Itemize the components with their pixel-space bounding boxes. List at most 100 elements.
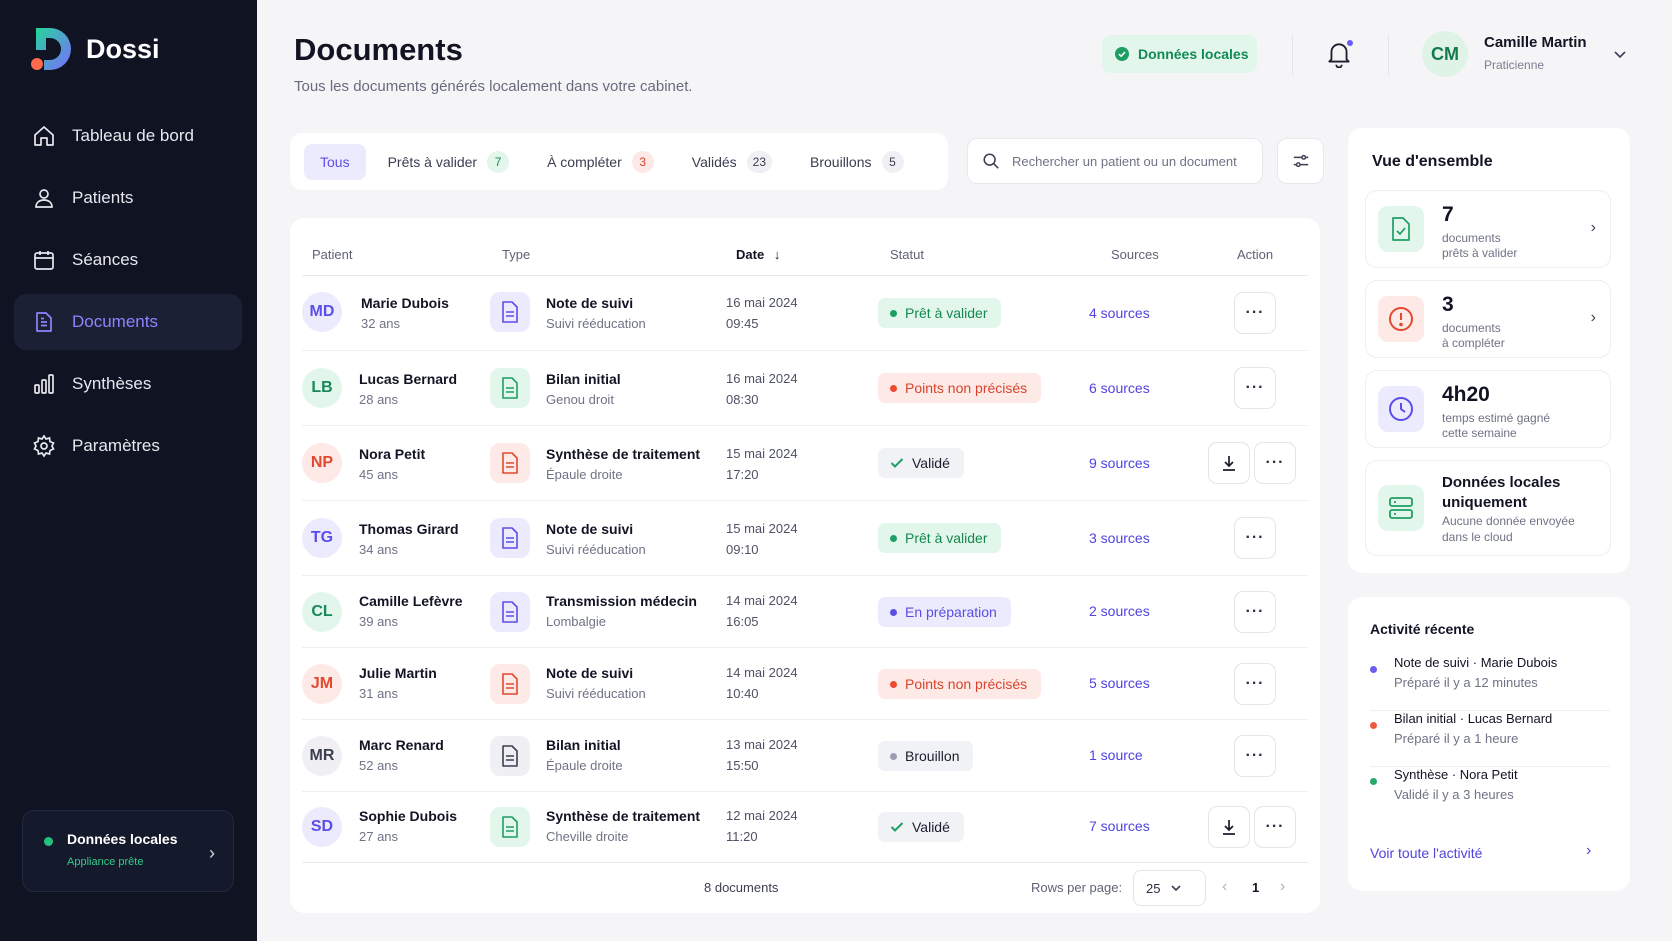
more-options-button[interactable]: ··· — [1234, 591, 1276, 633]
card-caption: prêts à valider — [1442, 246, 1518, 260]
doc-time: 17:20 — [726, 467, 759, 482]
status-badge: En préparation — [878, 597, 1011, 627]
sidebar-item-seances[interactable]: Séances — [14, 232, 242, 288]
sources-link[interactable]: 3 sources — [1089, 530, 1150, 546]
table-row[interactable]: LB Lucas Bernard 28 ans Bilan initial Ge… — [302, 351, 1308, 426]
tab-a-completer[interactable]: À compléter 3 — [531, 144, 670, 180]
local-data-status-card[interactable]: Données locales Appliance prête › — [22, 810, 234, 892]
to-complete-card[interactable]: 3 documents à compléter › — [1365, 280, 1611, 358]
more-options-button[interactable]: ··· — [1254, 806, 1296, 848]
download-button[interactable] — [1208, 442, 1250, 484]
patient-name[interactable]: Thomas Girard — [359, 521, 459, 537]
doc-date: 14 mai 2024 — [726, 593, 798, 608]
sources-link[interactable]: 2 sources — [1089, 603, 1150, 619]
column-header-sources[interactable]: Sources — [1111, 247, 1159, 262]
card-caption: à compléter — [1442, 336, 1505, 350]
more-options-button[interactable]: ··· — [1254, 442, 1296, 484]
sources-link[interactable]: 6 sources — [1089, 380, 1150, 396]
table-row[interactable]: TG Thomas Girard 34 ans Note de suivi Su… — [302, 501, 1308, 576]
patient-age: 32 ans — [361, 316, 401, 331]
more-options-button[interactable]: ··· — [1234, 663, 1276, 705]
table-row[interactable]: NP Nora Petit 45 ans Synthèse de traitem… — [302, 426, 1308, 501]
patient-name[interactable]: Sophie Dubois — [359, 808, 457, 824]
more-horizontal-icon: ··· — [1245, 603, 1265, 620]
activity-item[interactable]: Synthèse · Nora Petit Validé il y a 3 he… — [1370, 767, 1610, 823]
rows-per-page-select[interactable]: 25 — [1133, 870, 1206, 906]
next-page-button[interactable]: › — [1280, 878, 1285, 896]
activity-item[interactable]: Bilan initial · Lucas Bernard Préparé il… — [1370, 711, 1610, 767]
user-name[interactable]: Camille Martin — [1484, 34, 1587, 51]
chevron-down-icon[interactable] — [1612, 46, 1628, 62]
table-row[interactable]: SD Sophie Dubois 27 ans Synthèse de trai… — [302, 792, 1308, 862]
more-horizontal-icon: ··· — [1265, 454, 1285, 471]
previous-page-button[interactable]: ‹ — [1222, 878, 1227, 896]
tab-tous[interactable]: Tous — [304, 143, 366, 180]
doc-subtype: Suivi rééducation — [546, 542, 646, 557]
table-row[interactable]: JM Julie Martin 31 ans Note de suivi Sui… — [302, 648, 1308, 720]
patient-age: 31 ans — [359, 686, 399, 701]
status-badge: Validé — [878, 448, 964, 478]
sidebar-item-syntheses[interactable]: Synthèses — [14, 356, 242, 412]
sidebar-item-documents[interactable]: Documents — [14, 294, 242, 350]
patient-name[interactable]: Nora Petit — [359, 446, 425, 462]
sources-link[interactable]: 5 sources — [1089, 675, 1150, 691]
sidebar-item-parametres[interactable]: Paramètres — [14, 418, 242, 474]
brand[interactable]: Dossi — [28, 26, 160, 72]
table-row[interactable]: CL Camille Lefèvre 39 ans Transmission m… — [302, 576, 1308, 648]
filter-button[interactable] — [1277, 138, 1324, 184]
patient-name[interactable]: Lucas Bernard — [359, 371, 457, 387]
tab-prets-a-valider[interactable]: Prêts à valider 7 — [372, 144, 525, 180]
patient-name[interactable]: Marie Dubois — [361, 295, 449, 311]
column-header-date-label: Date — [736, 247, 765, 262]
table-row[interactable]: MD Marie Dubois 32 ans Note de suivi Sui… — [302, 276, 1308, 351]
more-options-button[interactable]: ··· — [1234, 292, 1276, 334]
column-header-type[interactable]: Type — [502, 247, 530, 262]
tab-valides[interactable]: Validés 23 — [676, 144, 788, 180]
table-row[interactable]: MR Marc Renard 52 ans Bilan initial Épau… — [302, 720, 1308, 792]
chevron-right-icon[interactable]: › — [1586, 842, 1591, 860]
view-all-activity-link[interactable]: Voir toute l'activité — [1370, 845, 1482, 861]
more-options-button[interactable]: ··· — [1234, 735, 1276, 777]
divider — [1388, 34, 1389, 76]
current-page[interactable]: 1 — [1252, 880, 1259, 895]
sidebar-item-label: Paramètres — [72, 436, 160, 455]
patient-avatar: CL — [302, 592, 342, 632]
sources-link[interactable]: 1 source — [1089, 747, 1143, 763]
column-header-date[interactable]: Date ↓ — [736, 247, 780, 262]
page-subtitle: Tous les documents générés localement da… — [294, 78, 693, 95]
sources-link[interactable]: 7 sources — [1089, 818, 1150, 834]
column-header-patient[interactable]: Patient — [312, 247, 352, 262]
calendar-icon — [34, 251, 54, 270]
patient-age: 39 ans — [359, 614, 399, 629]
doc-time: 16:05 — [726, 614, 759, 629]
home-icon — [34, 126, 54, 146]
patient-name[interactable]: Julie Martin — [359, 665, 437, 681]
download-button[interactable] — [1208, 806, 1250, 848]
more-options-button[interactable]: ··· — [1234, 517, 1276, 559]
page-title: Documents — [294, 32, 463, 67]
search-input[interactable]: Rechercher un patient ou un document — [967, 138, 1263, 184]
patient-name[interactable]: Marc Renard — [359, 737, 444, 753]
doc-time: 15:50 — [726, 758, 759, 773]
local-data-title: Données locales uniquement — [1442, 474, 1561, 511]
search-icon — [983, 153, 999, 169]
tab-brouillons[interactable]: Brouillons 5 — [794, 144, 919, 180]
notifications-button[interactable] — [1326, 38, 1355, 71]
column-header-status[interactable]: Statut — [890, 247, 924, 262]
sources-link[interactable]: 4 sources — [1089, 305, 1150, 321]
card-caption: temps estimé gagné — [1442, 411, 1551, 425]
user-avatar[interactable]: CM — [1422, 31, 1468, 77]
activity-title-text: Synthèse · Nora Petit — [1394, 767, 1518, 782]
sidebar-item-dashboard[interactable]: Tableau de bord — [14, 108, 242, 164]
ready-to-validate-card[interactable]: 7 documents prêts à valider › — [1365, 190, 1611, 268]
activity-title-text: Note de suivi · Marie Dubois — [1394, 655, 1558, 670]
status-dot — [890, 384, 897, 392]
doc-type-icon — [490, 368, 530, 408]
more-options-button[interactable]: ··· — [1234, 367, 1276, 409]
activity-item[interactable]: Note de suivi · Marie Dubois Préparé il … — [1370, 655, 1610, 711]
sources-link[interactable]: 9 sources — [1089, 455, 1150, 471]
patient-name[interactable]: Camille Lefèvre — [359, 593, 463, 609]
file-check-icon — [1378, 206, 1424, 252]
sidebar-item-patients[interactable]: Patients — [14, 170, 242, 226]
dossi-logo-icon — [31, 28, 71, 70]
